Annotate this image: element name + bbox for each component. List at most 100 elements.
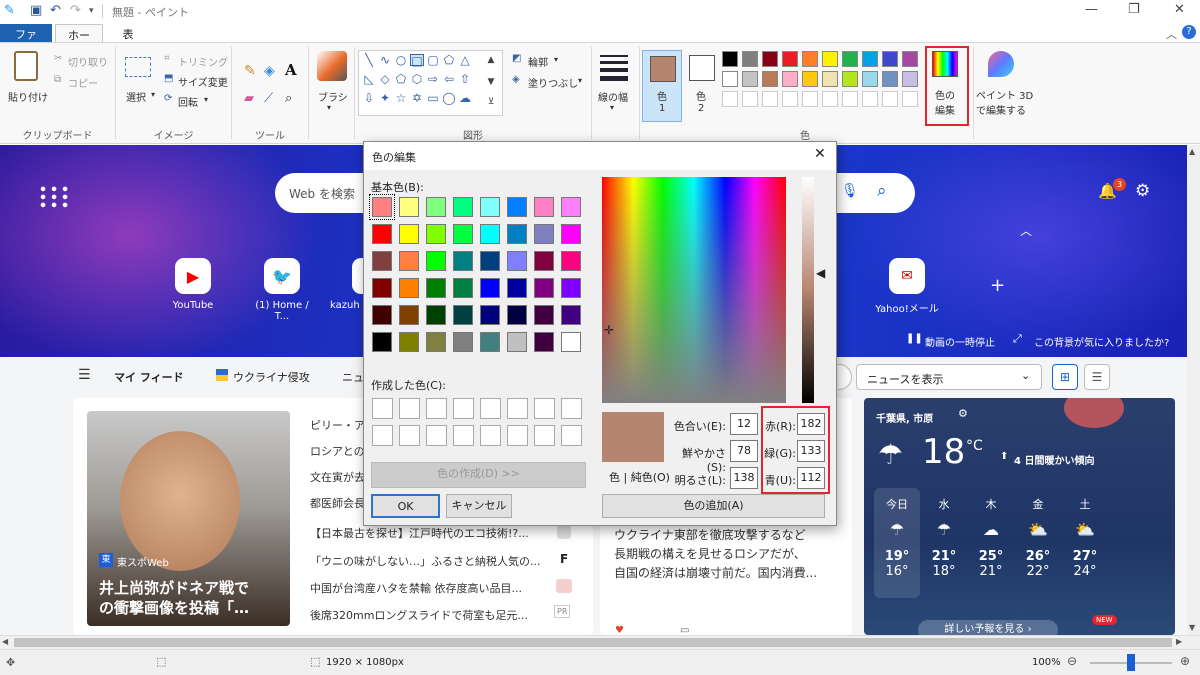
basic-color-swatch[interactable]	[372, 332, 392, 352]
basic-color-swatch[interactable]	[507, 251, 527, 271]
basic-color-swatch[interactable]	[480, 251, 500, 271]
triangle-shape-icon[interactable]: △	[458, 54, 472, 66]
rotate-dropdown-icon[interactable]: ▾	[204, 95, 208, 104]
hexagon-shape-icon[interactable]: ⬡	[410, 73, 424, 85]
palette-swatch[interactable]	[782, 51, 798, 67]
pencil-icon[interactable]: ✎	[244, 63, 256, 79]
four-point-star-shape-icon[interactable]: ✦	[378, 92, 392, 104]
custom-color-slot[interactable]	[453, 398, 474, 419]
basic-color-swatch[interactable]	[399, 332, 419, 352]
palette-swatch[interactable]	[722, 71, 738, 87]
custom-color-slot[interactable]	[372, 398, 393, 419]
pause-background-link[interactable]: 動画の一時停止	[925, 334, 995, 349]
news-item[interactable]: 後席320mmロングスライドで荷室も足元...	[310, 607, 528, 623]
curve-shape-icon[interactable]: ∿	[378, 54, 392, 66]
basic-color-swatch[interactable]	[534, 332, 554, 352]
tab-view[interactable]: 表示	[108, 24, 148, 57]
fill-bucket-icon[interactable]: ◈	[264, 63, 275, 79]
palette-swatch[interactable]	[902, 71, 918, 87]
crop-button[interactable]: トリミング	[178, 54, 228, 69]
show-news-select[interactable]: ニュースを表示 ⌄	[856, 364, 1042, 390]
search-input[interactable]: Web を検索	[289, 185, 355, 202]
gear-icon[interactable]: ⚙	[1135, 181, 1150, 201]
paste-button[interactable]: 貼り付け	[8, 89, 48, 104]
fill-button[interactable]: 塗りつぶし	[528, 75, 578, 90]
custom-color-slot[interactable]	[480, 425, 501, 446]
basic-color-swatch[interactable]	[534, 224, 554, 244]
down-arrow-shape-icon[interactable]: ⇩	[362, 92, 376, 104]
size-dropdown-icon[interactable]: ▾	[610, 103, 614, 112]
basic-color-swatch[interactable]	[534, 251, 554, 271]
brushes-button[interactable]: ブラシ	[318, 89, 348, 104]
basic-color-swatch[interactable]	[561, 278, 581, 298]
size-button[interactable]: 線の幅	[598, 89, 628, 104]
palette-swatch[interactable]	[842, 51, 858, 67]
news-item[interactable]: 中国が台湾産ハタを禁輸 依存度高い品目...	[310, 580, 522, 596]
basic-color-swatch[interactable]	[507, 332, 527, 352]
apps-grid-icon[interactable]: ∙∙∙ ∙∙∙ ∙∙∙	[38, 181, 71, 213]
scroll-thumb[interactable]	[14, 638, 1172, 647]
custom-color-slot[interactable]	[507, 398, 528, 419]
horizontal-scrollbar[interactable]: ◀ ▶	[0, 635, 1200, 649]
callout-rect-shape-icon[interactable]: ▭	[426, 92, 440, 104]
palette-swatch[interactable]	[742, 51, 758, 67]
menu-icon[interactable]: ☰	[78, 367, 91, 383]
basic-color-swatch[interactable]	[480, 197, 500, 217]
basic-color-swatch[interactable]	[372, 224, 392, 244]
line-shape-icon[interactable]: ╲	[362, 54, 376, 66]
custom-color-slot[interactable]	[561, 398, 582, 419]
basic-color-swatch[interactable]	[426, 197, 446, 217]
basic-color-swatch[interactable]	[507, 305, 527, 325]
outline-dropdown-icon[interactable]: ▾	[554, 55, 558, 64]
resize-button[interactable]: サイズ変更	[178, 74, 228, 89]
basic-color-swatch[interactable]	[480, 332, 500, 352]
rotate-button[interactable]: 回転	[178, 94, 198, 109]
basic-color-swatch[interactable]	[399, 251, 419, 271]
basic-color-swatch[interactable]	[369, 194, 395, 220]
scroll-left-icon[interactable]: ◀	[2, 637, 8, 646]
basic-color-swatch[interactable]	[507, 224, 527, 244]
vertical-scrollbar[interactable]: ▲ ▼	[1187, 145, 1200, 635]
basic-color-swatch[interactable]	[372, 305, 392, 325]
palette-swatch-empty[interactable]	[842, 91, 858, 107]
palette-swatch-empty[interactable]	[802, 91, 818, 107]
restore-button[interactable]: ❐	[1128, 2, 1140, 17]
shortcut-youtube[interactable]: ▶ YouTube	[158, 258, 228, 311]
right-arrow-shape-icon[interactable]: ⇨	[426, 73, 440, 85]
chevron-up-icon[interactable]: ︿	[1020, 222, 1032, 239]
palette-swatch[interactable]	[782, 71, 798, 87]
basic-color-swatch[interactable]	[399, 305, 419, 325]
shapes-gallery[interactable]: ╲ ∿ ○ □ ▢ ⬠ △ ◺ ◇ ⬠ ⬡ ⇨ ⇦ ⇧ ⇩ ✦ ☆ ✡ ▭ ◯ …	[358, 50, 503, 116]
ok-button[interactable]: OK	[371, 494, 440, 518]
text-tool-icon[interactable]: A	[285, 61, 297, 79]
palette-swatch[interactable]	[862, 51, 878, 67]
cloud-callout-shape-icon[interactable]: ☁	[458, 92, 472, 104]
list-view-icon[interactable]: ☰	[1084, 364, 1110, 390]
paint3d-label-2[interactable]: で編集する	[976, 102, 1026, 117]
basic-color-swatch[interactable]	[453, 197, 473, 217]
basic-color-swatch[interactable]	[453, 224, 473, 244]
weather-more-button[interactable]: 詳しい予報を見る ›	[918, 620, 1058, 635]
add-custom-color-button[interactable]: 色の追加(A)	[602, 494, 825, 518]
hue-field[interactable]: 12	[730, 413, 758, 435]
news-item[interactable]: ロシアとの	[310, 443, 365, 459]
palette-swatch[interactable]	[822, 71, 838, 87]
help-icon[interactable]: ?	[1182, 25, 1196, 39]
feed-tab-news[interactable]: ニュ	[342, 369, 364, 385]
basic-color-swatch[interactable]	[426, 224, 446, 244]
basic-color-swatch[interactable]	[534, 305, 554, 325]
microphone-icon[interactable]: 🎙	[841, 183, 859, 199]
gallery-up-icon[interactable]: ▲	[484, 54, 498, 66]
six-point-star-shape-icon[interactable]: ✡	[410, 92, 424, 104]
paint-app-icon[interactable]: ✎	[4, 3, 15, 18]
select-button[interactable]: 選択	[126, 89, 146, 104]
palette-swatch[interactable]	[822, 51, 838, 67]
custom-color-slot[interactable]	[399, 425, 420, 446]
basic-color-swatch[interactable]	[507, 197, 527, 217]
palette-swatch-empty[interactable]	[742, 91, 758, 107]
up-arrow-shape-icon[interactable]: ⇧	[458, 73, 472, 85]
feed-tab-my-feed[interactable]: マイ フィード	[114, 369, 184, 385]
save-icon[interactable]: ▣	[30, 3, 42, 18]
pentagon-shape-icon[interactable]: ⬠	[394, 73, 408, 85]
palette-swatch[interactable]	[762, 51, 778, 67]
